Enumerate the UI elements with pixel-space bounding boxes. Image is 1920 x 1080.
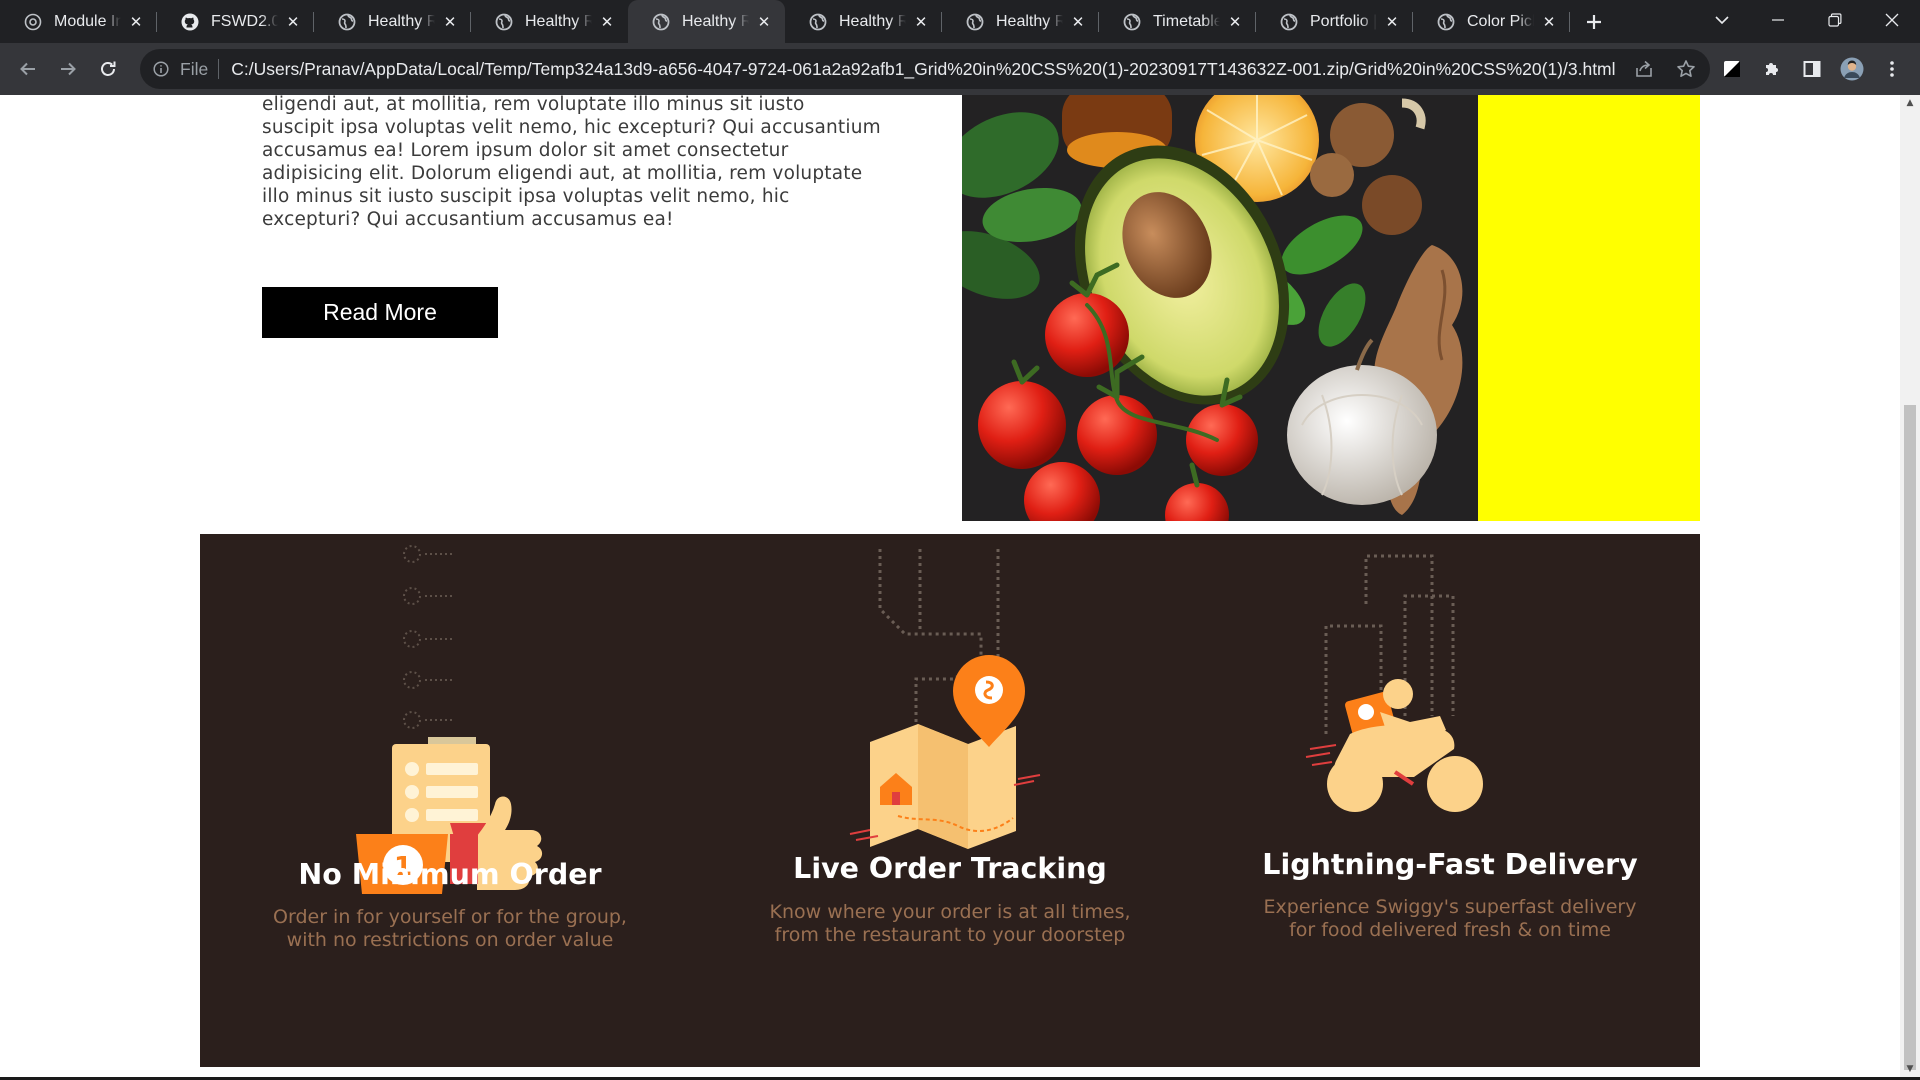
tab-title: Healthy Res — [839, 12, 906, 30]
globe-icon — [1437, 13, 1455, 31]
browser-tab[interactable]: FSWD2.0/W ✕ — [157, 0, 314, 43]
browser-tab[interactable]: Healthy Res ✕ — [785, 0, 942, 43]
minimize-button[interactable] — [1749, 0, 1806, 40]
globe-icon — [1280, 13, 1298, 31]
scrollbar-thumb[interactable] — [1904, 405, 1916, 1070]
features-section: 1 No Minimum Order Order in for yourself… — [200, 534, 1700, 1067]
close-tab-icon[interactable]: ✕ — [755, 13, 773, 31]
tab-title: Healthy Res — [682, 12, 749, 30]
map-tracking-icon — [849, 549, 1041, 849]
order-checklist-icon: 1 — [356, 545, 543, 894]
forward-button[interactable] — [48, 49, 88, 89]
arrow-left-icon — [20, 62, 35, 76]
browser-toolbar: File C:/Users/Pranav/AppData/Local/Temp/… — [0, 43, 1920, 95]
globe-icon — [338, 13, 356, 31]
tab-title: Healthy Res — [368, 12, 435, 30]
plus-icon — [1587, 14, 1601, 29]
feature-card: Live Order Tracking Know where your orde… — [700, 534, 1200, 1067]
close-tab-icon[interactable]: ✕ — [1383, 13, 1401, 31]
puzzle-icon[interactable] — [1752, 49, 1792, 89]
feature-title: Lightning-Fast Delivery — [1262, 848, 1638, 881]
star-icon[interactable] — [1676, 59, 1696, 79]
browser-tab[interactable]: Timetable ✕ — [1099, 0, 1256, 43]
tab-title: Portfolio | C — [1310, 12, 1377, 30]
browser-tab-strip: Module Intr ✕ FSWD2.0/W ✕ Healthy Res ✕ … — [0, 0, 1920, 43]
minimize-icon — [1771, 19, 1784, 21]
globe-icon — [652, 13, 670, 31]
browser-tab[interactable]: Module Intr ✕ — [0, 0, 157, 43]
feature-card: 1 No Minimum Order Order in for yourself… — [200, 534, 700, 1067]
globe-icon — [809, 13, 827, 31]
scroll-down-icon[interactable]: ▼ — [1900, 1061, 1920, 1077]
close-tab-icon[interactable]: ✕ — [1226, 13, 1244, 31]
yellow-panel — [1478, 95, 1700, 521]
side-panel-icon[interactable] — [1792, 49, 1832, 89]
new-tab-button[interactable] — [1574, 0, 1614, 43]
github-icon — [181, 13, 199, 31]
feature-description: Order in for yourself or for the group, … — [273, 906, 627, 951]
feature-title: No Minimum Order — [298, 858, 602, 891]
vegetables-image — [962, 95, 1478, 521]
menu-icon[interactable] — [1872, 49, 1912, 89]
arrow-right-icon — [61, 62, 76, 76]
close-tab-icon[interactable]: ✕ — [127, 13, 145, 31]
extension-icon[interactable] — [1712, 49, 1752, 89]
back-button[interactable] — [8, 49, 48, 89]
close-tab-icon[interactable]: ✕ — [284, 13, 302, 31]
feature-description: Know where your order is at all times, f… — [769, 901, 1131, 946]
page-scrollbar[interactable]: ▲ ▼ — [1900, 95, 1920, 1077]
close-icon — [1885, 13, 1898, 27]
url-text[interactable]: C:/Users/Pranav/AppData/Local/Temp/Temp3… — [231, 59, 1615, 80]
tab-title: Healthy Res — [996, 12, 1063, 30]
browser-tab[interactable]: Healthy Res ✕ — [942, 0, 1099, 43]
browser-tab[interactable]: Color Picker ✕ — [1413, 0, 1570, 43]
browser-tab[interactable]: Healthy Res ✕ — [471, 0, 628, 43]
tab-title: Color Picker — [1467, 12, 1534, 30]
feature-card: Lightning-Fast Delivery Experience Swigg… — [1200, 534, 1700, 1067]
avatar[interactable] — [1832, 49, 1872, 89]
close-window-button[interactable] — [1863, 0, 1920, 40]
browser-tab[interactable]: Portfolio | C ✕ — [1256, 0, 1413, 43]
address-bar[interactable]: File C:/Users/Pranav/AppData/Local/Temp/… — [140, 49, 1710, 89]
read-more-button[interactable]: Read More — [262, 287, 498, 338]
delivery-scooter-icon — [1305, 554, 1483, 812]
scroll-up-icon[interactable]: ▲ — [1900, 95, 1920, 111]
page-viewport: eligendi aut, at mollitia, rem voluptate… — [0, 95, 1900, 1077]
extensions-area — [1712, 49, 1912, 89]
feature-description: Experience Swiggy's superfast delivery f… — [1263, 896, 1637, 941]
close-tab-icon[interactable]: ✕ — [598, 13, 616, 31]
tab-title: Timetable — [1153, 12, 1220, 30]
close-tab-icon[interactable]: ✕ — [912, 13, 930, 31]
info-icon[interactable] — [150, 58, 172, 80]
tab-search-button[interactable] — [1702, 0, 1742, 40]
restore-button[interactable] — [1806, 0, 1863, 40]
window-controls — [1749, 0, 1920, 43]
share-icon[interactable] — [1634, 59, 1654, 79]
module-icon — [24, 13, 42, 31]
tab-title: Healthy Res — [525, 12, 592, 30]
browser-tab-active[interactable]: Healthy Res ✕ — [628, 0, 785, 43]
globe-icon — [966, 13, 984, 31]
feature-title: Live Order Tracking — [793, 852, 1107, 885]
close-tab-icon[interactable]: ✕ — [1540, 13, 1558, 31]
globe-icon — [1123, 13, 1141, 31]
reload-button[interactable] — [88, 49, 128, 89]
intro-paragraph: eligendi aut, at mollitia, rem voluptate… — [262, 95, 881, 230]
address-divider — [218, 59, 220, 79]
tab-title: Module Intr — [54, 12, 121, 30]
globe-icon — [495, 13, 513, 31]
browser-tab[interactable]: Healthy Res ✕ — [314, 0, 471, 43]
restore-icon — [1827, 13, 1841, 27]
close-tab-icon[interactable]: ✕ — [441, 13, 459, 31]
reload-icon — [101, 61, 116, 76]
scheme-label: File — [180, 58, 209, 79]
close-tab-icon[interactable]: ✕ — [1069, 13, 1087, 31]
tab-title: FSWD2.0/W — [211, 12, 278, 30]
chevron-down-icon — [1715, 16, 1729, 25]
